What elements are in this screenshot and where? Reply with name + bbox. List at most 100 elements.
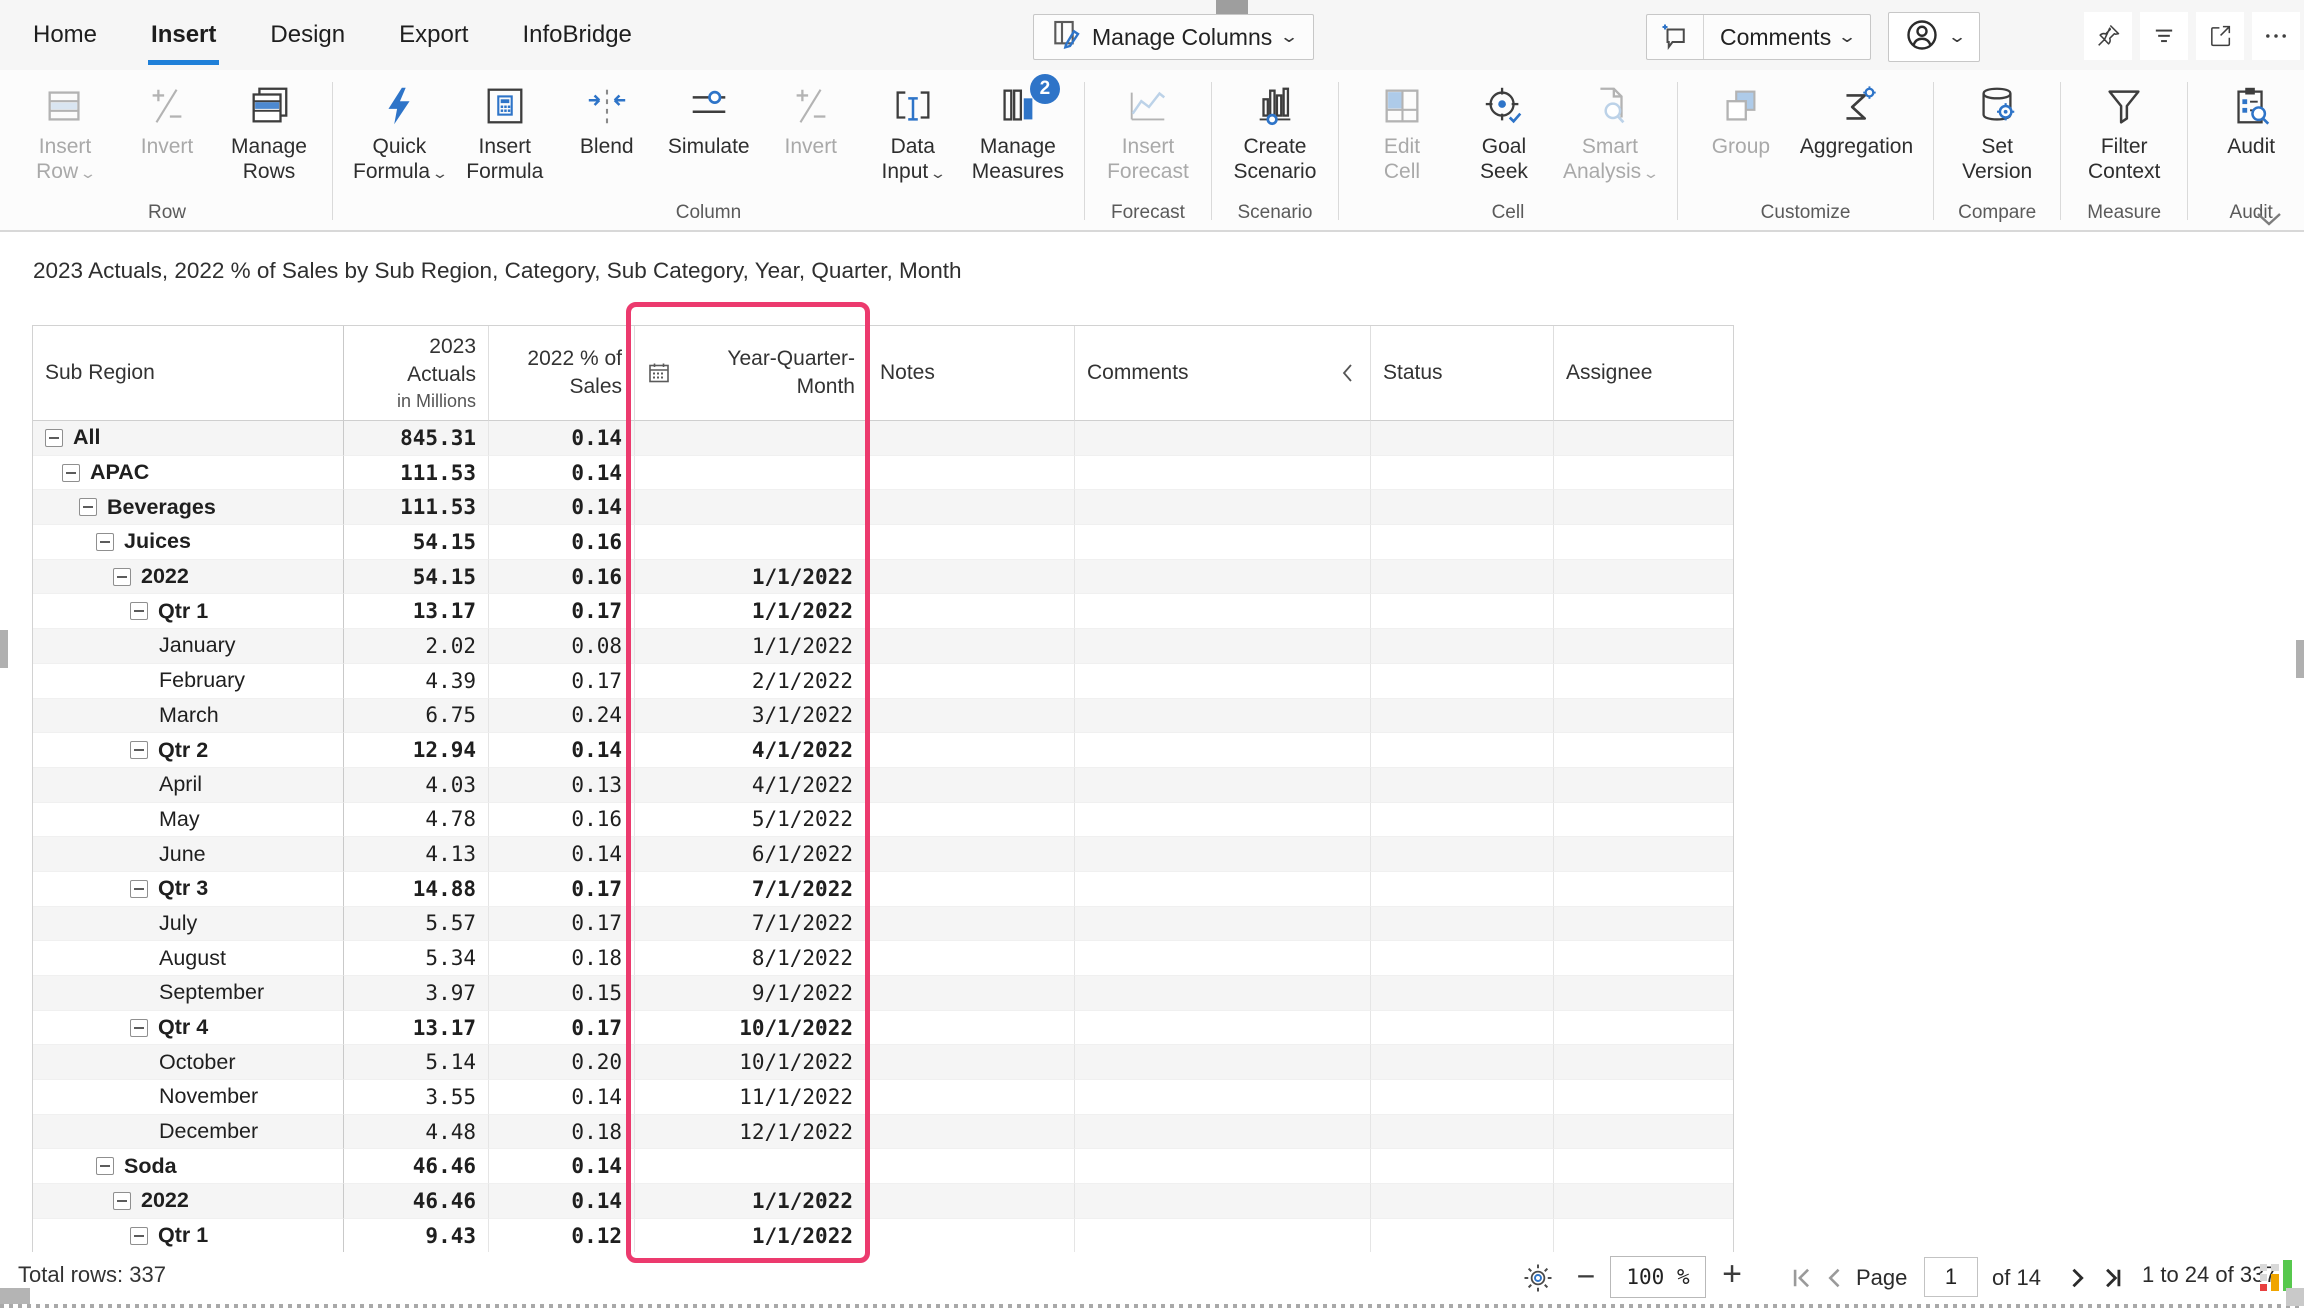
comments-cell[interactable] xyxy=(1075,699,1371,734)
notes-cell[interactable] xyxy=(868,1115,1075,1150)
collapse-row-icon[interactable] xyxy=(79,498,97,516)
add-comment-button[interactable] xyxy=(1647,15,1704,59)
tab-export[interactable]: Export xyxy=(372,0,495,70)
create-scenario-button[interactable]: CreateScenario xyxy=(1226,76,1324,185)
status-cell[interactable] xyxy=(1371,490,1554,525)
date-cell[interactable]: 8/1/2022 xyxy=(635,941,868,976)
comments-cell[interactable] xyxy=(1075,560,1371,595)
status-cell[interactable] xyxy=(1371,1011,1554,1046)
actuals-cell[interactable]: 5.57 xyxy=(344,907,489,942)
tab-insert[interactable]: Insert xyxy=(124,0,243,70)
column-header-sub-region[interactable]: Sub Region xyxy=(33,326,344,421)
pct-sales-cell[interactable]: 0.13 xyxy=(489,768,635,803)
collapse-row-icon[interactable] xyxy=(130,880,148,898)
status-cell[interactable] xyxy=(1371,1045,1554,1080)
assignee-cell[interactable] xyxy=(1554,837,1733,872)
notes-cell[interactable] xyxy=(868,768,1075,803)
status-cell[interactable] xyxy=(1371,1149,1554,1184)
comments-cell[interactable] xyxy=(1075,1149,1371,1184)
actuals-cell[interactable]: 3.55 xyxy=(344,1080,489,1115)
assignee-cell[interactable] xyxy=(1554,525,1733,560)
status-cell[interactable] xyxy=(1371,1115,1554,1150)
column-header-assignee[interactable]: Assignee xyxy=(1554,326,1733,421)
insert-forecast-button[interactable]: InsertForecast xyxy=(1099,76,1197,185)
horizontal-scrollbar-thumb[interactable] xyxy=(0,1288,30,1304)
date-cell[interactable] xyxy=(635,525,868,560)
pct-sales-cell[interactable]: 0.14 xyxy=(489,456,635,491)
date-cell[interactable]: 1/1/2022 xyxy=(635,1184,868,1219)
row-label-cell[interactable]: May xyxy=(33,803,344,838)
notes-cell[interactable] xyxy=(868,941,1075,976)
assignee-cell[interactable] xyxy=(1554,733,1733,768)
date-cell[interactable]: 10/1/2022 xyxy=(635,1045,868,1080)
actuals-cell[interactable]: 4.39 xyxy=(344,664,489,699)
assignee-cell[interactable] xyxy=(1554,560,1733,595)
actuals-cell[interactable]: 845.31 xyxy=(344,421,489,456)
notes-cell[interactable] xyxy=(868,490,1075,525)
insert-row-button[interactable]: InsertRow⌄ xyxy=(16,76,114,185)
status-cell[interactable] xyxy=(1371,1184,1554,1219)
date-cell[interactable]: 2/1/2022 xyxy=(635,664,868,699)
notes-cell[interactable] xyxy=(868,803,1075,838)
collapse-row-icon[interactable] xyxy=(130,1227,148,1245)
user-account-button[interactable]: ⌄ xyxy=(1888,12,1980,62)
comments-cell[interactable] xyxy=(1075,976,1371,1011)
row-label-cell[interactable]: April xyxy=(33,768,344,803)
date-cell[interactable] xyxy=(635,490,868,525)
date-cell[interactable]: 12/1/2022 xyxy=(635,1115,868,1150)
actuals-cell[interactable]: 4.48 xyxy=(344,1115,489,1150)
comments-cell[interactable] xyxy=(1075,837,1371,872)
assignee-cell[interactable] xyxy=(1554,803,1733,838)
pct-sales-cell[interactable]: 0.17 xyxy=(489,872,635,907)
notes-cell[interactable] xyxy=(868,525,1075,560)
tab-home[interactable]: Home xyxy=(6,0,124,70)
comments-cell[interactable] xyxy=(1075,456,1371,491)
assignee-cell[interactable] xyxy=(1554,872,1733,907)
status-cell[interactable] xyxy=(1371,421,1554,456)
notes-cell[interactable] xyxy=(868,907,1075,942)
pct-sales-cell[interactable]: 0.17 xyxy=(489,907,635,942)
pct-sales-cell[interactable]: 0.14 xyxy=(489,837,635,872)
notes-cell[interactable] xyxy=(868,1149,1075,1184)
notes-cell[interactable] xyxy=(868,699,1075,734)
pct-sales-cell[interactable]: 0.14 xyxy=(489,733,635,768)
collapse-column-icon[interactable] xyxy=(1338,361,1358,385)
pct-sales-cell[interactable]: 0.16 xyxy=(489,803,635,838)
pct-sales-cell[interactable]: 0.16 xyxy=(489,525,635,560)
actuals-cell[interactable]: 111.53 xyxy=(344,490,489,525)
row-label-cell[interactable]: APAC xyxy=(33,456,344,491)
actuals-cell[interactable]: 54.15 xyxy=(344,525,489,560)
horizontal-scrollbar-track[interactable] xyxy=(0,1304,2304,1308)
status-cell[interactable] xyxy=(1371,872,1554,907)
date-cell[interactable]: 5/1/2022 xyxy=(635,803,868,838)
comments-cell[interactable] xyxy=(1075,872,1371,907)
row-label-cell[interactable]: Qtr 3 xyxy=(33,872,344,907)
comments-cell[interactable] xyxy=(1075,1115,1371,1150)
edit-cell-button[interactable]: EditCell xyxy=(1353,76,1451,185)
pct-sales-cell[interactable]: 0.14 xyxy=(489,1149,635,1184)
filter-context-button[interactable]: FilterContext xyxy=(2075,76,2173,185)
assignee-cell[interactable] xyxy=(1554,1011,1733,1046)
zoom-out-button[interactable]: − xyxy=(1568,1256,1604,1296)
manage-measures-button[interactable]: 2ManageMeasures xyxy=(966,76,1070,185)
status-cell[interactable] xyxy=(1371,456,1554,491)
pct-sales-cell[interactable]: 0.17 xyxy=(489,594,635,629)
date-cell[interactable]: 4/1/2022 xyxy=(635,733,868,768)
comments-cell[interactable] xyxy=(1075,733,1371,768)
row-label-cell[interactable]: Qtr 4 xyxy=(33,1011,344,1046)
pct-sales-cell[interactable]: 0.16 xyxy=(489,560,635,595)
actuals-cell[interactable]: 4.78 xyxy=(344,803,489,838)
invert-button[interactable]: Invert xyxy=(762,76,860,160)
settings-gear-button[interactable] xyxy=(1518,1258,1558,1298)
collapse-row-icon[interactable] xyxy=(113,568,131,586)
previous-page-button[interactable] xyxy=(1820,1264,1850,1292)
date-cell[interactable]: 10/1/2022 xyxy=(635,1011,868,1046)
row-label-cell[interactable]: November xyxy=(33,1080,344,1115)
assignee-cell[interactable] xyxy=(1554,1149,1733,1184)
row-label-cell[interactable]: July xyxy=(33,907,344,942)
assignee-cell[interactable] xyxy=(1554,1184,1733,1219)
assignee-cell[interactable] xyxy=(1554,699,1733,734)
date-cell[interactable] xyxy=(635,1149,868,1184)
tab-design[interactable]: Design xyxy=(243,0,372,70)
row-label-cell[interactable]: 2022 xyxy=(33,560,344,595)
